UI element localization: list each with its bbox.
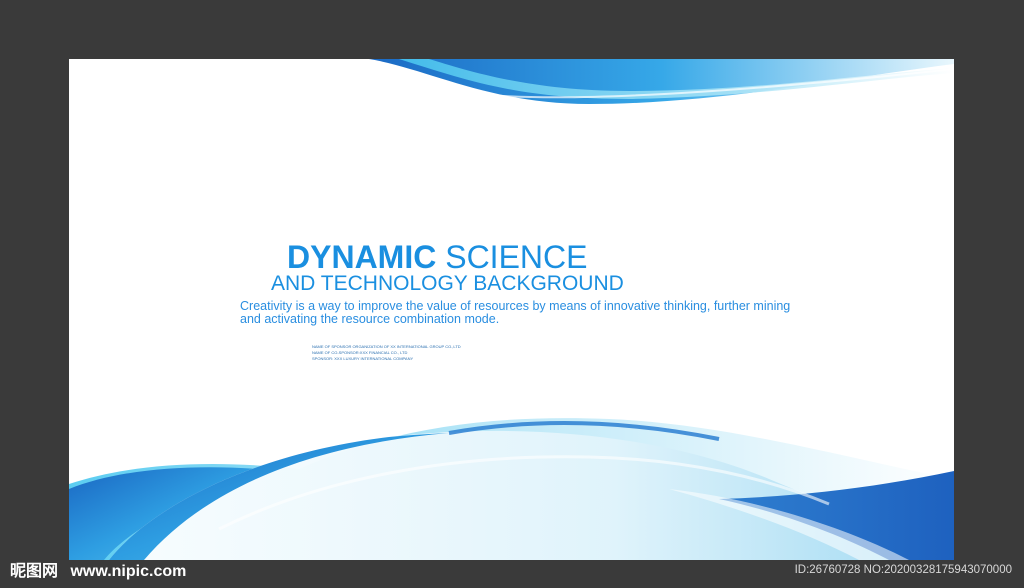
watermark-site-url: www.nipic.com [70,563,187,580]
watermark-logo: 昵图网 www.nipic.com [10,560,186,582]
watermark-site-cn: 昵图网 [10,561,59,580]
headline-line1: DYNAMIC SCIENCE [287,239,587,275]
watermark-id: ID:26760728 NO:20200328175943070000 [794,564,1012,576]
headline-light: SCIENCE [445,239,588,275]
headline-line2: AND TECHNOLOGY BACKGROUND [271,272,624,295]
small-print-line: SPONSOR: XXX LUXURY INTERNATIONAL COMPAN… [312,356,414,361]
text-block: DYNAMIC SCIENCE AND TECHNOLOGY BACKGROUN… [69,59,954,560]
poster-canvas: DYNAMIC SCIENCE AND TECHNOLOGY BACKGROUN… [69,59,954,560]
small-print: NAME OF SPONSOR ORGANIZATION OF XX INTER… [312,344,461,362]
headline-bold: DYNAMIC [287,239,437,275]
description: Creativity is a way to improve the value… [240,299,791,326]
